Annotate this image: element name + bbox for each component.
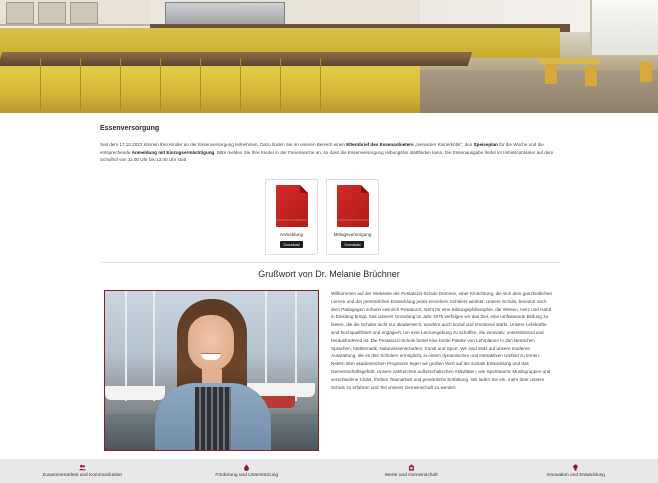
footer-item-label: Zusammenarbeit und Kommunikation [42, 473, 123, 478]
download-card-anmeldung: Anmeldung Download [265, 179, 318, 255]
download-cards: Anmeldung Download Mittagsversorgung Dow… [265, 179, 379, 255]
footer-item-label: Förderung und Unterstützung [215, 473, 279, 478]
greeting-title: Grußwort von Dr. Melanie Brüchner [258, 269, 400, 279]
house-heart-icon [408, 464, 415, 471]
download-button[interactable]: Download [340, 241, 365, 248]
lightbulb-icon [572, 464, 579, 471]
footer-bar: Zusammenarbeit und Kommunikation Förderu… [0, 459, 658, 483]
greeting-text: Willkommen auf der Webseite der Pestaloz… [331, 291, 553, 390]
principal-portrait [104, 290, 319, 451]
section-intro: Seit dem 17.10.2022 können Ihre Kinder a… [100, 142, 554, 163]
footer-item-values[interactable]: Werte und Gemeinschaft [331, 464, 491, 478]
footer-item-support[interactable]: Förderung und Unterstützung [167, 464, 327, 478]
pdf-document-icon[interactable] [275, 185, 308, 227]
footer-item-label: Innovation und Entwicklung [546, 473, 605, 478]
users-icon [78, 464, 86, 471]
download-button[interactable]: Download [279, 241, 304, 248]
section-title: Essenversorgung [100, 125, 160, 132]
hero-image [0, 0, 658, 113]
download-card-mittagsversorgung: Mittagsversorgung Download [326, 179, 379, 255]
divider [100, 262, 560, 263]
food-supply-section: Essenversorgung Seit dem 17.10.2022 könn… [100, 125, 560, 164]
download-label: Anmeldung [279, 232, 304, 237]
footer-item-innovation[interactable]: Innovation und Entwicklung [496, 464, 656, 478]
pdf-document-icon[interactable] [336, 185, 369, 227]
footer-item-collaboration[interactable]: Zusammenarbeit und Kommunikation [2, 464, 162, 478]
drop-icon [243, 464, 250, 471]
download-label: Mittagsversorgung [333, 232, 372, 237]
footer-item-label: Werte und Gemeinschaft [384, 473, 438, 478]
